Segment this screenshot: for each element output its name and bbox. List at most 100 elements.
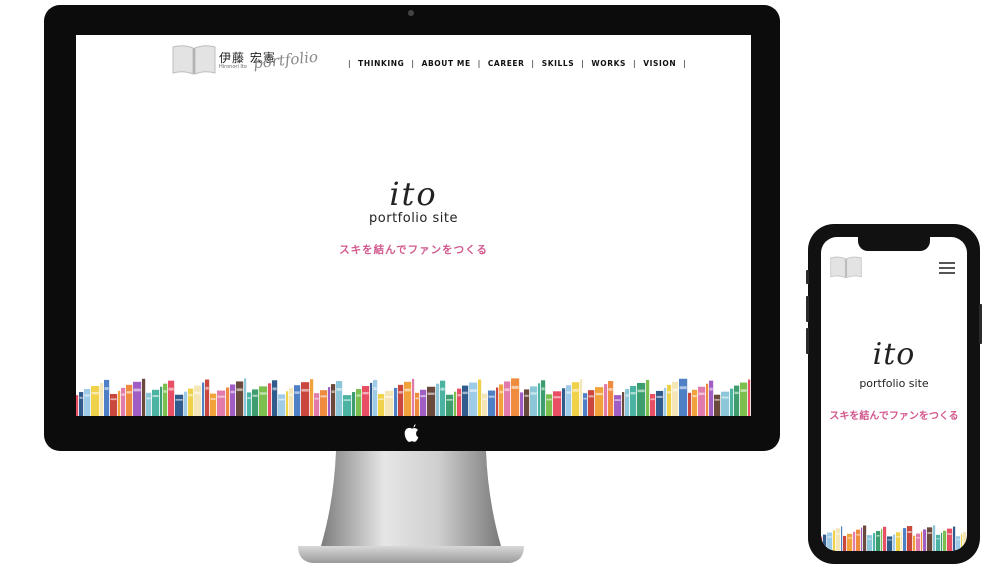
book-spine [252,389,259,416]
book-spine [748,379,751,416]
book-spine [462,385,469,416]
book-spine [672,381,679,416]
book-band [294,391,300,394]
book-spine [614,395,622,416]
book-spine [630,385,637,416]
book-spine [901,530,903,551]
book-band [541,387,545,391]
book-spine [721,391,730,416]
book-band [247,397,251,400]
nav-item-thinking[interactable]: THINKING [358,59,404,68]
book-spine [488,390,496,416]
bookshelf-illustration [76,378,751,416]
book-spine [913,535,916,551]
book-band [314,397,319,400]
book-band [583,397,587,400]
book-spine [907,526,913,551]
book-spine [734,385,740,416]
book-band [121,393,125,396]
book-band [420,395,426,398]
logo-subtitle: Hironori Ito [219,64,247,70]
book-spine [853,531,856,551]
nav-item-vision[interactable]: VISION [643,59,676,68]
book-band [721,396,729,399]
open-book-icon[interactable] [829,255,863,279]
book-band [385,395,393,398]
book-spine [541,380,546,416]
book-spine [436,383,440,416]
book-spine [706,383,709,416]
book-spine [664,387,667,416]
book-band [916,537,920,539]
book-spine [205,379,210,416]
book-spine [504,381,511,416]
hamburger-menu-icon[interactable] [939,262,955,274]
nav-separator: | [348,59,352,68]
book-band [656,395,663,398]
book-spine [168,380,175,416]
book-band [692,395,697,398]
book-band [278,398,285,401]
nav-item-career[interactable]: CAREER [488,59,525,68]
book-spine [956,536,961,551]
book-spine [310,379,314,416]
mobile-hero-subtitle: portfolio site [859,377,929,390]
mobile-hero-title: ito [872,337,916,372]
mobile-bookshelf-illustration [821,525,967,551]
book-spine [79,392,84,416]
book-band [462,391,468,395]
mobile-screen: ito portfolio site スキを結んでファンをつくる [821,237,967,551]
book-spine [272,380,278,416]
book-band [217,395,225,398]
book-spine [933,525,936,551]
book-spine [740,382,748,416]
book-band [301,388,309,392]
book-spine [163,383,168,416]
book-spine [927,527,933,551]
book-spine [454,391,457,416]
book-band [378,398,384,401]
book-band [847,537,852,539]
book-band [907,531,912,534]
nav-item-skills[interactable]: SKILLS [542,59,575,68]
camera-dot [408,10,414,16]
book-spine [482,393,488,416]
mobile-hero-tagline: スキを結んでファンをつくる [829,411,959,422]
book-spine [833,530,836,551]
book-spine [230,384,236,416]
book-band [446,398,453,401]
book-spine [440,380,446,416]
book-band [698,392,705,395]
book-spine [604,384,608,416]
book-spine [373,379,378,416]
book-band [524,394,529,397]
book-band [947,533,952,535]
book-spine [961,534,963,551]
book-spine [331,384,336,416]
book-spine [883,526,887,551]
book-spine [856,529,861,551]
book-band [714,398,720,401]
book-band [867,538,872,540]
book-spine [646,379,650,416]
book-spine [146,392,152,416]
book-spine [893,534,896,551]
book-band [168,387,174,391]
book-spine [867,535,873,551]
main-nav: | THINKING | ABOUT ME | CAREER | SKILLS … [341,59,693,68]
book-spine [427,386,436,416]
book-spine [625,389,630,416]
site-logo[interactable]: 伊藤 宏憲 Hironori Ito portfolio [171,41,321,81]
nav-separator: | [411,59,415,68]
book-spine [511,378,520,416]
nav-item-about-me[interactable]: ABOUT ME [422,59,471,68]
phone-side-button [806,328,809,354]
book-spine [446,394,454,416]
nav-item-works[interactable]: WORKS [591,59,626,68]
book-band [79,396,83,399]
phone-side-button [806,270,809,284]
book-spine [923,529,927,551]
phone-power-button [979,304,982,344]
book-band [362,391,369,395]
book-band [566,391,571,394]
